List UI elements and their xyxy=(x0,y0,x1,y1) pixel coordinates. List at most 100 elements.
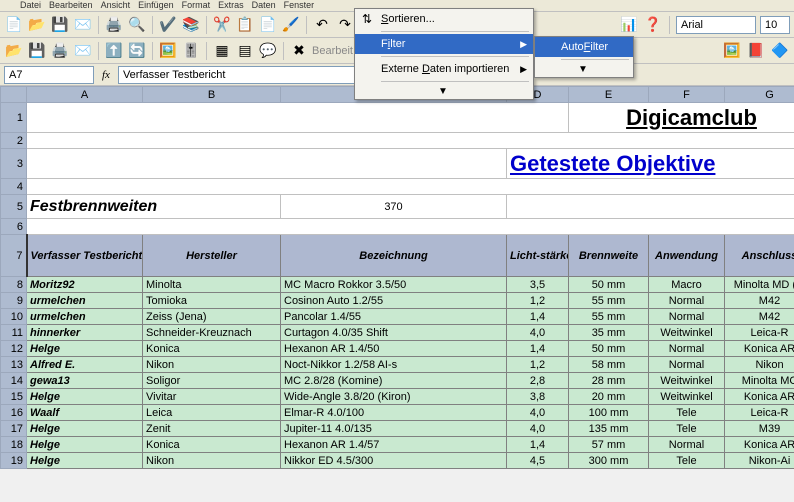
cell[interactable]: Normal xyxy=(649,341,725,357)
cell[interactable]: 57 mm xyxy=(569,437,649,453)
cell[interactable]: Normal xyxy=(649,293,725,309)
cell[interactable]: 4,5 xyxy=(507,453,569,469)
cell[interactable]: Leica-R xyxy=(725,405,794,421)
row-header[interactable]: 9 xyxy=(1,293,27,309)
cell[interactable]: Nikon xyxy=(725,357,794,373)
table-row[interactable]: 11hinnerkerSchneider-KreuznachCurtagon 4… xyxy=(1,325,794,341)
save2-icon[interactable]: 💾 xyxy=(27,41,47,61)
row-header[interactable]: 16 xyxy=(1,405,27,421)
cell[interactable]: Helge xyxy=(27,421,143,437)
cell[interactable]: Wide-Angle 3.8/20 (Kiron) xyxy=(281,389,507,405)
open2-icon[interactable]: 📂 xyxy=(4,41,24,61)
cell[interactable]: Tele xyxy=(649,421,725,437)
cell[interactable]: Normal xyxy=(649,357,725,373)
col-header[interactable]: E xyxy=(569,87,649,103)
menu-filter[interactable]: Filter▶ xyxy=(355,34,533,54)
cell[interactable]: Nikon xyxy=(143,453,281,469)
cell[interactable]: gewa13 xyxy=(27,373,143,389)
name-box[interactable]: A7 xyxy=(4,66,94,84)
row-header[interactable]: 18 xyxy=(1,437,27,453)
undo-icon[interactable]: ↶ xyxy=(312,15,332,35)
cell[interactable]: MC 2.8/28 (Komine) xyxy=(281,373,507,389)
spell-icon[interactable]: ✔️ xyxy=(158,15,178,35)
preview-icon[interactable]: 🔍 xyxy=(127,15,147,35)
cell[interactable]: Nikon-Ai xyxy=(725,453,794,469)
row-header[interactable]: 10 xyxy=(1,309,27,325)
row-header[interactable]: 12 xyxy=(1,341,27,357)
cell[interactable]: 100 mm xyxy=(569,405,649,421)
cell[interactable]: Tomioka xyxy=(143,293,281,309)
row-header[interactable]: 14 xyxy=(1,373,27,389)
col-header[interactable]: F xyxy=(649,87,725,103)
cell[interactable]: Zenit xyxy=(143,421,281,437)
picture-icon[interactable]: 🖼️ xyxy=(722,41,742,61)
row-header[interactable]: 2 xyxy=(1,133,27,149)
table-row[interactable]: 8Moritz92MinoltaMC Macro Rokkor 3.5/503,… xyxy=(1,277,794,293)
up-icon[interactable]: ⬆️ xyxy=(104,41,124,61)
col-header[interactable]: A xyxy=(27,87,143,103)
cell[interactable]: 1,2 xyxy=(507,357,569,373)
cell[interactable]: Hexanon AR 1.4/57 xyxy=(281,437,507,453)
cell[interactable]: Minolta xyxy=(143,277,281,293)
cell[interactable]: Helge xyxy=(27,453,143,469)
cell[interactable]: 300 mm xyxy=(569,453,649,469)
row-header[interactable]: 3 xyxy=(1,149,27,179)
cell[interactable]: Helge xyxy=(27,389,143,405)
cell[interactable]: Soligor xyxy=(143,373,281,389)
fx-icon[interactable]: fx xyxy=(96,69,116,81)
comment-icon[interactable]: 💬 xyxy=(258,41,278,61)
cell[interactable]: Tele xyxy=(649,453,725,469)
cell[interactable]: 2,8 xyxy=(507,373,569,389)
cell[interactable]: Weitwinkel xyxy=(649,389,725,405)
cell[interactable]: Weitwinkel xyxy=(649,373,725,389)
cell[interactable]: 135 mm xyxy=(569,421,649,437)
table-row[interactable]: 10urmelchenZeiss (Jena)Pancolar 1.4/551,… xyxy=(1,309,794,325)
table-row[interactable]: 14gewa13SoligorMC 2.8/28 (Komine)2,828 m… xyxy=(1,373,794,389)
cell[interactable]: Nikkor ED 4.5/300 xyxy=(281,453,507,469)
print2-icon[interactable]: 🖨️ xyxy=(50,41,70,61)
new-icon[interactable]: 📄 xyxy=(4,15,24,35)
pdf-icon[interactable]: 📕 xyxy=(746,41,766,61)
cell[interactable]: 1,4 xyxy=(507,309,569,325)
layout-icon[interactable]: ▤ xyxy=(235,41,255,61)
cell[interactable]: M42 xyxy=(725,309,794,325)
cell[interactable]: Curtagon 4.0/35 Shift xyxy=(281,325,507,341)
table-row[interactable]: 18HelgeKonicaHexanon AR 1.4/571,457 mmNo… xyxy=(1,437,794,453)
research-icon[interactable]: 📚 xyxy=(181,15,201,35)
cell[interactable]: 50 mm xyxy=(569,277,649,293)
table-row[interactable]: 19HelgeNikonNikkor ED 4.5/3004,5300 mmTe… xyxy=(1,453,794,469)
cell[interactable]: 3,8 xyxy=(507,389,569,405)
cell[interactable]: Zeiss (Jena) xyxy=(143,309,281,325)
section-link[interactable]: Getestete Objektive xyxy=(510,151,715,176)
cell[interactable]: Leica-R xyxy=(725,325,794,341)
cell[interactable]: Konica xyxy=(143,437,281,453)
font-selector[interactable]: Arial xyxy=(676,16,756,34)
cell[interactable]: Leica xyxy=(143,405,281,421)
cell[interactable]: M39 xyxy=(725,421,794,437)
cell[interactable]: 28 mm xyxy=(569,373,649,389)
cell[interactable]: Macro xyxy=(649,277,725,293)
row-header[interactable]: 13 xyxy=(1,357,27,373)
formula-input[interactable]: Verfasser Testbericht xyxy=(118,66,358,84)
image-icon[interactable]: 🖼️ xyxy=(158,41,178,61)
font-size-selector[interactable]: 10 xyxy=(760,16,790,34)
row-header[interactable]: 17 xyxy=(1,421,27,437)
copy-icon[interactable]: 📋 xyxy=(235,15,255,35)
cell[interactable]: 4,0 xyxy=(507,421,569,437)
cell[interactable]: Tele xyxy=(649,405,725,421)
redo-icon[interactable]: ↷ xyxy=(335,15,355,35)
cell[interactable]: Konica AR xyxy=(725,389,794,405)
cell[interactable]: 4,0 xyxy=(507,405,569,421)
table-row[interactable]: 12HelgeKonicaHexanon AR 1.4/501,450 mmNo… xyxy=(1,341,794,357)
table-row[interactable]: 15HelgeVivitarWide-Angle 3.8/20 (Kiron)3… xyxy=(1,389,794,405)
filter-submenu[interactable]: AutoFilter ▼ xyxy=(534,36,634,78)
col-header[interactable]: B xyxy=(143,87,281,103)
cell[interactable]: Nikon xyxy=(143,357,281,373)
mail2-icon[interactable]: ✉️ xyxy=(73,41,93,61)
cell[interactable]: Konica AR xyxy=(725,437,794,453)
cell[interactable]: 1,4 xyxy=(507,437,569,453)
adjust-icon[interactable]: 🎚️ xyxy=(181,41,201,61)
format-painter-icon[interactable]: 🖌️ xyxy=(281,15,301,35)
cell[interactable]: Moritz92 xyxy=(27,277,143,293)
row-header[interactable]: 8 xyxy=(1,277,27,293)
